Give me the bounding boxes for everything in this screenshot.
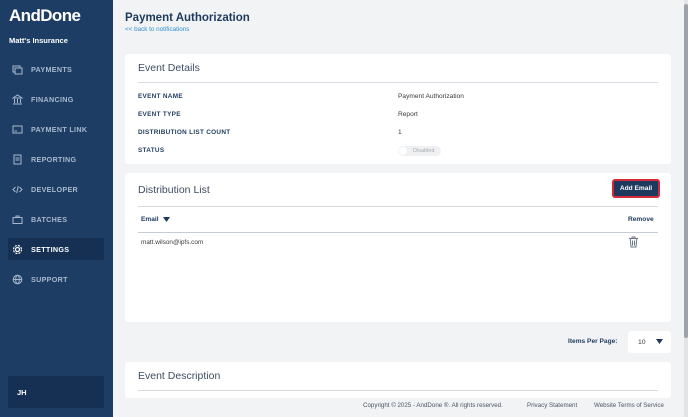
avatar: JH xyxy=(17,387,27,397)
sidebar-item-label: FINANCING xyxy=(31,94,74,104)
status-label: STATUS xyxy=(138,147,165,154)
payment-link-icon xyxy=(12,124,23,135)
trash-icon[interactable] xyxy=(628,236,639,248)
terms-of-service-link[interactable]: Website Terms of Service xyxy=(594,402,664,409)
distribution-list-title: Distribution List xyxy=(138,184,210,196)
briefcase-icon xyxy=(12,214,23,225)
chevron-down-icon xyxy=(656,339,663,344)
bank-icon xyxy=(12,93,23,105)
report-icon xyxy=(12,154,23,165)
user-menu[interactable]: JH xyxy=(8,376,104,408)
event-details-card: Event Details EVENT NAME Payment Authori… xyxy=(125,54,671,164)
gear-icon xyxy=(12,244,23,255)
sidebar-item-support[interactable]: SUPPORT xyxy=(8,268,104,290)
sidebar-item-payment-link[interactable]: PAYMENT LINK xyxy=(8,118,104,140)
event-description-card: Event Description xyxy=(125,362,671,398)
sidebar-item-payments[interactable]: PAYMENTS xyxy=(8,58,104,80)
sidebar-item-label: PAYMENT LINK xyxy=(31,124,88,134)
divider xyxy=(138,82,658,83)
sidebar-item-settings[interactable]: SETTINGS xyxy=(8,238,104,260)
status-toggle[interactable]: Disabled xyxy=(398,146,441,156)
sidebar-item-financing[interactable]: FINANCING xyxy=(8,88,104,110)
scroll-thumb[interactable] xyxy=(684,4,688,338)
sidebar: AndDone Matt's Insurance PAYMENTS FINANC… xyxy=(0,0,113,417)
event-name-value: Payment Authorization xyxy=(398,93,464,100)
sidebar-item-label: SETTINGS xyxy=(31,244,70,254)
event-type-label: EVENT TYPE xyxy=(138,111,181,118)
divider xyxy=(138,390,658,391)
items-per-page-label: Items Per Page: xyxy=(568,338,618,345)
table-row-email: matt.wilson@ipfs.com xyxy=(141,239,204,246)
back-to-notifications-link[interactable]: << back to notifications xyxy=(125,26,189,33)
sidebar-item-label: DEVELOPER xyxy=(31,184,79,194)
sidebar-item-label: BATCHES xyxy=(31,214,68,224)
distribution-list-card: Distribution List Add Email Email Remove… xyxy=(125,173,671,322)
email-column-label: Email xyxy=(141,216,159,223)
sidebar-item-label: REPORTING xyxy=(31,154,77,164)
privacy-statement-link[interactable]: Privacy Statement xyxy=(527,402,577,409)
sort-down-icon xyxy=(162,217,170,222)
footer-copyright: Copyright © 2025 - AndDone ®. All rights… xyxy=(363,402,503,409)
payments-icon xyxy=(12,64,23,75)
event-name-label: EVENT NAME xyxy=(138,93,183,100)
sidebar-item-developer[interactable]: DEVELOPER xyxy=(8,178,104,200)
code-icon xyxy=(12,184,23,195)
event-type-value: Report xyxy=(398,111,418,118)
event-details-title: Event Details xyxy=(138,62,200,74)
divider xyxy=(138,206,658,207)
toggle-knob xyxy=(399,147,407,155)
add-email-button[interactable]: Add Email xyxy=(612,179,660,198)
remove-column-header: Remove xyxy=(628,216,654,223)
scrollbar[interactable] xyxy=(684,0,688,417)
distribution-list-count-value: 1 xyxy=(398,129,402,136)
distribution-list-count-label: DISTRIBUTION LIST COUNT xyxy=(138,129,231,136)
sidebar-item-reporting[interactable]: REPORTING xyxy=(8,148,104,170)
table-header-divider xyxy=(138,232,658,233)
email-column-header[interactable]: Email xyxy=(141,216,170,223)
event-description-title: Event Description xyxy=(138,370,221,382)
sidebar-item-label: PAYMENTS xyxy=(31,64,73,74)
page-title: Payment Authorization xyxy=(125,12,250,24)
status-value: Disabled xyxy=(413,147,435,154)
sidebar-item-label: SUPPORT xyxy=(31,274,68,284)
anddone-logo[interactable]: AndDone xyxy=(9,6,81,26)
org-name: Matt's Insurance xyxy=(9,36,68,45)
items-per-page-value: 10 xyxy=(638,338,646,346)
globe-icon xyxy=(12,274,23,285)
items-per-page-select[interactable]: 10 xyxy=(628,331,671,353)
sidebar-item-batches[interactable]: BATCHES xyxy=(8,208,104,230)
